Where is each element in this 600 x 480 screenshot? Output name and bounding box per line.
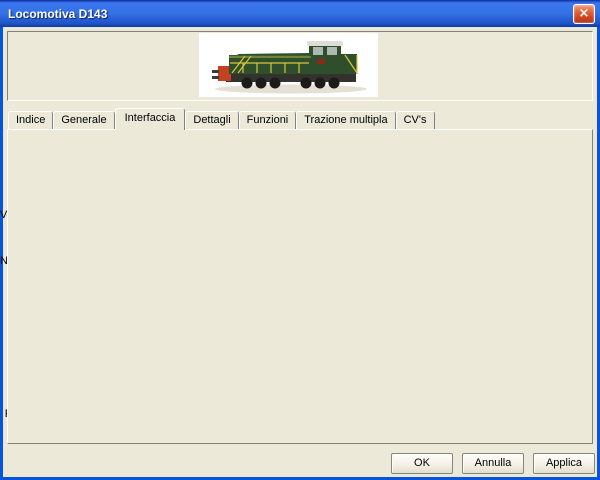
tab-generale[interactable]: Generale <box>53 111 114 129</box>
tab-dettagli[interactable]: Dettagli <box>185 111 238 129</box>
tab-page-interfaccia <box>7 129 593 444</box>
tab-cvs[interactable]: CV's <box>396 111 435 129</box>
ok-button[interactable]: OK <box>391 453 453 474</box>
tab-strip: Indice Generale Interfaccia Dettagli Fun… <box>8 108 435 130</box>
close-icon[interactable]: × <box>573 4 595 24</box>
window-title: Locomotiva D143 <box>8 7 107 21</box>
annulla-button[interactable]: Annulla <box>462 453 524 474</box>
applica-button[interactable]: Applica <box>533 453 595 474</box>
tab-trazione-multipla[interactable]: Trazione multipla <box>296 111 395 129</box>
tab-interfaccia[interactable]: Interfaccia <box>115 108 186 130</box>
tab-funzioni[interactable]: Funzioni <box>239 111 297 129</box>
locomotive-image <box>199 33 378 97</box>
locomotive-illustration <box>199 33 378 97</box>
dialog-window: Locomotiva D143 × <box>0 0 600 480</box>
title-bar: Locomotiva D143 × <box>0 0 600 27</box>
tab-indice[interactable]: Indice <box>8 111 53 129</box>
